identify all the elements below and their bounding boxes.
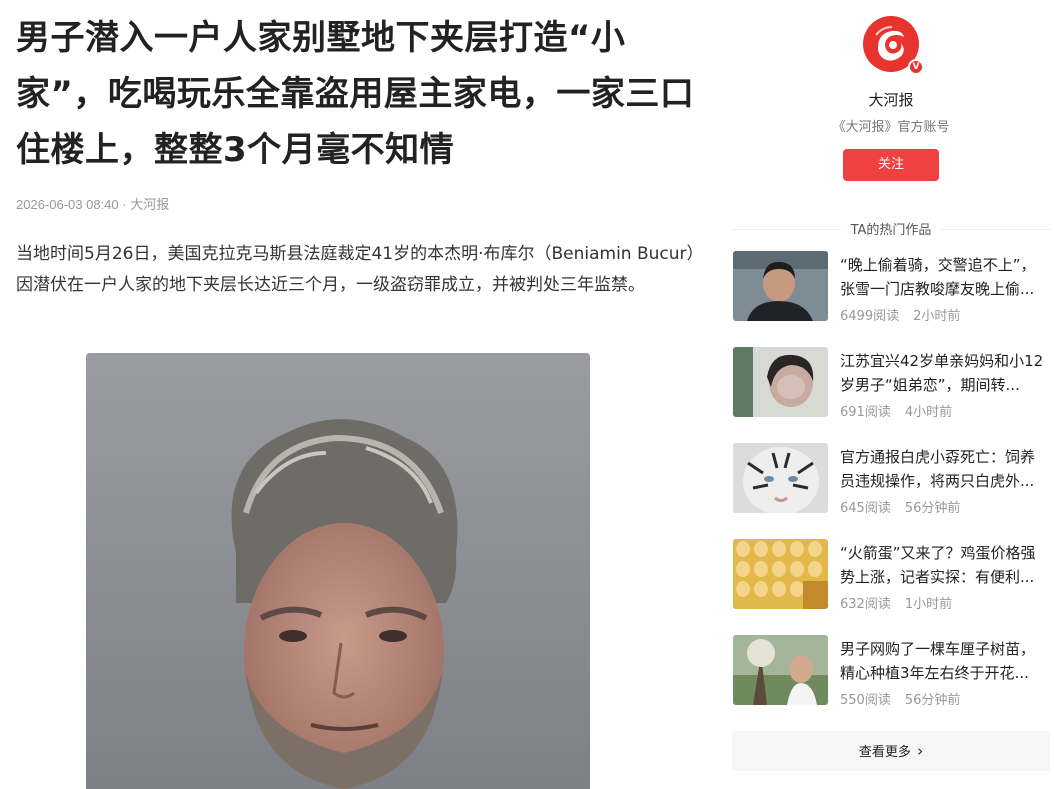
hot-works-list: “晚上偷着骑，交警追不上”，张雪一门店教唆摩友晚上偷... 6499阅读 2小时前…	[732, 251, 1050, 731]
hot-works-title: TA的热门作品	[840, 223, 942, 238]
hot-works-header: TA的热门作品	[732, 219, 1050, 239]
hot-item-time: 2小时前	[913, 309, 961, 324]
article: 男子潜入一户人家别墅地下夹层打造“小家”，吃喝玩乐全靠盗用屋主家电，一家三口住楼…	[16, 0, 696, 301]
hot-item[interactable]: “火箭蛋”又来了？鸡蛋价格强势上涨，记者实探：有便利... 632阅读 1小时前	[732, 539, 1050, 635]
author-name[interactable]: 大河报	[732, 89, 1050, 110]
verified-badge-icon: V	[908, 59, 924, 75]
author-card: V 大河报 《大河报》官方账号 关注	[732, 0, 1050, 181]
hot-item[interactable]: 男子网购了一棵车厘子树苗，精心种植3年左右终于开花... 550阅读 56分钟前	[732, 635, 1050, 731]
see-more-button[interactable]: 查看更多 ›	[732, 731, 1050, 771]
author-logo[interactable]: V	[862, 15, 924, 75]
hot-item-title[interactable]: “晚上偷着骑，交警追不上”，张雪一门店教唆摩友晚上偷...	[840, 253, 1048, 301]
sidebar: V 大河报 《大河报》官方账号 关注 TA的热门作品 “晚上偷着骑，交警追不上”…	[732, 0, 1050, 771]
hot-item-thumbnail[interactable]	[733, 443, 828, 513]
hot-item-stats: 632阅读 1小时前	[840, 593, 952, 612]
hot-item[interactable]: 官方通报白虎小孬死亡：饲养员违规操作，将两只白虎外... 645阅读 56分钟前	[732, 443, 1050, 539]
see-more-label: 查看更多	[858, 745, 911, 760]
follow-button[interactable]: 关注	[843, 149, 939, 181]
meta-separator: ·	[118, 197, 131, 212]
hot-item-title[interactable]: “火箭蛋”又来了？鸡蛋价格强势上涨，记者实探：有便利...	[840, 541, 1048, 589]
hot-item-thumbnail[interactable]	[733, 347, 828, 417]
hot-item-reads: 632阅读	[840, 597, 891, 612]
hot-item-time: 56分钟前	[904, 501, 961, 516]
hot-item-stats: 6499阅读 2小时前	[840, 305, 960, 324]
hot-item-stats: 645阅读 56分钟前	[840, 497, 960, 516]
article-source[interactable]: 大河报	[130, 197, 169, 212]
hot-item-title[interactable]: 官方通报白虎小孬死亡：饲养员违规操作，将两只白虎外...	[840, 445, 1048, 493]
hot-item-time: 56分钟前	[904, 693, 961, 708]
hot-item-stats: 550阅读 56分钟前	[840, 689, 960, 708]
article-date: 2026-06-03 08:40	[16, 197, 119, 212]
article-paragraph: 当地时间5月26日，美国克拉克马斯县法庭裁定41岁的本杰明·布库尔（Beniam…	[16, 244, 696, 295]
hot-item-title[interactable]: 江苏宜兴42岁单亲妈妈和小12岁男子“姐弟恋”，期间转...	[840, 349, 1048, 397]
hot-item-stats: 691阅读 4小时前	[840, 401, 952, 420]
hot-item-time: 4小时前	[904, 405, 953, 420]
hot-item-reads: 691阅读	[840, 405, 891, 420]
hot-item[interactable]: “晚上偷着骑，交警追不上”，张雪一门店教唆摩友晚上偷... 6499阅读 2小时前	[732, 251, 1050, 347]
hot-item-thumbnail[interactable]	[733, 251, 828, 321]
author-description: 《大河报》官方账号	[832, 120, 950, 135]
hot-item-reads: 645阅读	[840, 501, 891, 516]
hot-item-reads: 6499阅读	[840, 309, 900, 324]
article-title: 男子潜入一户人家别墅地下夹层打造“小家”，吃喝玩乐全靠盗用屋主家电，一家三口住楼…	[16, 18, 695, 170]
article-meta: 2026-06-03 08:40 · 大河报	[16, 194, 696, 213]
hot-item-thumbnail[interactable]	[733, 635, 828, 705]
article-photo	[86, 353, 590, 789]
hot-item-title[interactable]: 男子网购了一棵车厘子树苗，精心种植3年左右终于开花...	[840, 637, 1048, 685]
hot-item-thumbnail[interactable]	[733, 539, 828, 609]
chevron-right-icon: ›	[917, 742, 924, 760]
hot-item[interactable]: 江苏宜兴42岁单亲妈妈和小12岁男子“姐弟恋”，期间转... 691阅读 4小时前	[732, 347, 1050, 443]
hot-item-time: 1小时前	[904, 597, 953, 612]
hot-item-reads: 550阅读	[840, 693, 891, 708]
